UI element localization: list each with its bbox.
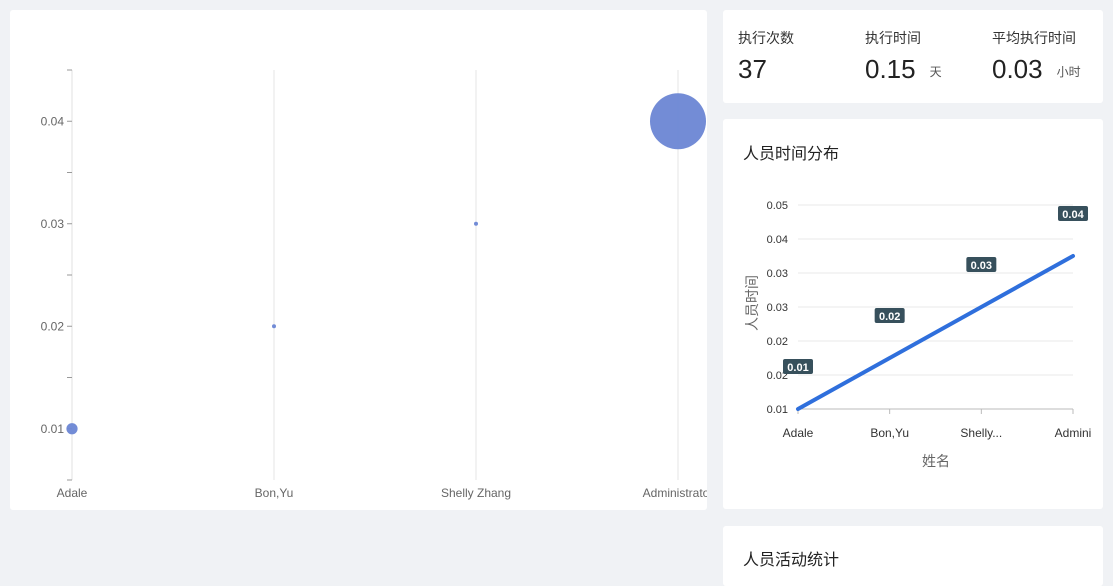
stat-exec-time: 执行时间 0.15 天 bbox=[865, 28, 942, 85]
stats-card: 执行次数 37 执行时间 0.15 天 平均执行时间 0.03 小时 bbox=[723, 10, 1103, 103]
time-distribution-chart: 0.01 0.02 0.02 0.03 0.03 0.04 0.05 Adale Bon,Yu S… bbox=[744, 200, 1092, 469]
y-tick-label: 0.03 bbox=[767, 302, 788, 314]
stat-exec-count: 执行次数 37 bbox=[738, 28, 794, 85]
x-axis-title: 姓名 bbox=[922, 453, 950, 469]
bubble-chart-card: 0.01 0.02 0.03 0.04 Adale Bon,Yu Shelly Zhang A… bbox=[10, 10, 707, 510]
data-label: 0.04 bbox=[1062, 209, 1084, 221]
bubble-point bbox=[66, 423, 78, 435]
stat-label: 执行次数 bbox=[738, 30, 794, 46]
stat-label: 执行时间 bbox=[865, 30, 921, 46]
stat-value: 0.03 bbox=[992, 54, 1043, 84]
bubble-point bbox=[650, 93, 706, 150]
stat-value: 37 bbox=[738, 54, 767, 84]
y-axis-title: 人员时间 bbox=[744, 275, 760, 331]
stat-unit: 天 bbox=[929, 65, 942, 79]
data-label: 0.03 bbox=[971, 260, 992, 272]
y-tick-label: 0.01 bbox=[41, 422, 65, 436]
bubble-point bbox=[272, 324, 276, 329]
y-tick-label: 0.02 bbox=[41, 319, 65, 333]
x-tick-label: Admini bbox=[1055, 426, 1092, 440]
x-tick-label: Bon,Yu bbox=[255, 486, 294, 500]
x-tick-label: Adale bbox=[783, 426, 814, 440]
stat-unit: 小时 bbox=[1056, 65, 1081, 79]
y-tick-label: 0.03 bbox=[41, 217, 65, 231]
y-tick-label: 0.04 bbox=[41, 114, 65, 128]
y-tick-label: 0.03 bbox=[767, 268, 788, 280]
panel-title: 人员活动统计 bbox=[743, 552, 840, 569]
stat-value: 0.15 bbox=[865, 54, 916, 84]
x-tick-label: Adale bbox=[57, 486, 88, 500]
x-tick-label: Bon,Yu bbox=[870, 426, 909, 440]
stat-label: 平均执行时间 bbox=[992, 30, 1076, 46]
time-distribution-card: 人员时间分布 0.01 0.02 0.02 0.03 0.03 0.04 0.05 Adale… bbox=[723, 119, 1103, 509]
data-label: 0.02 bbox=[879, 311, 900, 323]
data-label: 0.01 bbox=[787, 362, 808, 374]
bubble-chart: 0.01 0.02 0.03 0.04 Adale Bon,Yu Shelly Zhang A… bbox=[41, 69, 707, 500]
y-tick-label: 0.02 bbox=[767, 336, 788, 348]
stat-avg-exec-time: 平均执行时间 0.03 小时 bbox=[992, 28, 1081, 85]
y-tick-label: 0.04 bbox=[767, 234, 788, 246]
x-tick-label: Shelly Zhang bbox=[441, 486, 511, 500]
series-line bbox=[796, 254, 1075, 411]
bubble-point bbox=[474, 221, 478, 226]
y-tick-label: 0.05 bbox=[767, 200, 788, 212]
x-tick-label: Administrator bbox=[643, 486, 707, 500]
x-tick-label: Shelly... bbox=[960, 426, 1002, 440]
y-tick-label: 0.01 bbox=[767, 404, 788, 416]
activity-stats-card: 人员活动统计 bbox=[723, 526, 1103, 586]
